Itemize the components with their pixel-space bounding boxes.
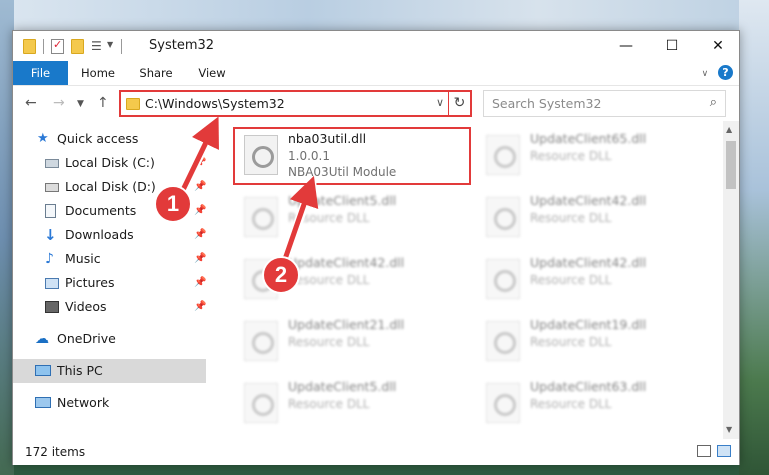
- chevron-down-icon[interactable]: ▼: [107, 40, 113, 49]
- music-icon: ♪: [45, 251, 54, 267]
- sidebar-item-music[interactable]: ♪ Music 📌: [13, 247, 206, 271]
- file-item[interactable]: UpdateClient42.dll Resource DLL: [480, 191, 710, 243]
- document-icon: [45, 204, 56, 218]
- desktop-background-top: [0, 0, 769, 30]
- folder-icon: [23, 39, 36, 54]
- maximize-button[interactable]: ☐: [649, 31, 695, 61]
- sidebar-item-this-pc[interactable]: This PC: [13, 359, 206, 383]
- tab-view[interactable]: View: [189, 61, 235, 85]
- expand-ribbon-icon[interactable]: ∨: [702, 69, 709, 79]
- sidebar-item-local-disk-c[interactable]: Local Disk (C:) 📌: [13, 151, 206, 175]
- search-input[interactable]: Search System32 ⌕: [483, 90, 726, 117]
- pin-icon[interactable]: 📌: [194, 151, 206, 175]
- back-arrow-icon[interactable]: ←: [25, 95, 37, 111]
- navigation-bar: ← → ▼ ↑ C:\Windows\System32 ∨ ↻ Search S…: [13, 85, 739, 121]
- pin-icon[interactable]: 📌: [194, 295, 206, 319]
- sidebar-item-network[interactable]: Network: [13, 391, 206, 415]
- help-icon[interactable]: ?: [718, 65, 733, 80]
- dll-file-icon: [486, 259, 520, 299]
- refresh-icon[interactable]: ↻: [448, 92, 470, 115]
- step-1-badge: 1: [154, 185, 192, 223]
- pin-icon[interactable]: 📌: [194, 199, 206, 223]
- videos-icon: [45, 301, 59, 313]
- tiles-view-icon[interactable]: [717, 445, 731, 457]
- dll-file-icon: [244, 197, 278, 237]
- forward-arrow-icon[interactable]: →: [53, 95, 65, 111]
- dll-file-icon: [486, 383, 520, 423]
- customize-toolbar-icon[interactable]: ☰: [91, 39, 104, 54]
- desktop-background-right: [739, 0, 769, 475]
- details-view-icon[interactable]: [697, 445, 711, 457]
- dll-file-icon: [486, 197, 520, 237]
- computer-icon: [35, 365, 51, 376]
- item-count: 172 items: [25, 445, 86, 459]
- drive-icon: [45, 183, 59, 192]
- recent-locations-icon[interactable]: ▼: [77, 99, 84, 109]
- tab-home[interactable]: Home: [75, 61, 121, 85]
- ribbon-tabs: File Home Share View ∨ ?: [13, 61, 739, 85]
- sidebar-item-pictures[interactable]: Pictures 📌: [13, 271, 206, 295]
- navigation-pane: ★ Quick access Local Disk (C:) 📌 Local D…: [13, 121, 206, 439]
- file-item[interactable]: UpdateClient5.dll Resource DLL: [238, 191, 468, 243]
- window-title: System32: [149, 38, 215, 53]
- network-icon: [35, 397, 51, 408]
- new-folder-icon[interactable]: [71, 39, 84, 54]
- vertical-scrollbar[interactable]: ▲ ▼: [723, 121, 739, 439]
- address-bar[interactable]: C:\Windows\System32 ∨ ↻: [119, 90, 472, 117]
- properties-icon[interactable]: ✓: [51, 38, 64, 54]
- title-bar: ✓ ☰ ▼ System32 — ☐ ✕: [13, 31, 739, 61]
- tab-share[interactable]: Share: [133, 61, 179, 85]
- minimize-button[interactable]: —: [603, 31, 649, 61]
- dll-file-icon: [486, 135, 520, 175]
- scroll-up-icon[interactable]: ▲: [726, 125, 732, 134]
- drive-icon: [45, 159, 59, 168]
- file-item[interactable]: UpdateClient5.dll Resource DLL: [238, 377, 468, 429]
- file-explorer-window: ✓ ☰ ▼ System32 — ☐ ✕ File Home Share Vie…: [12, 30, 740, 465]
- scroll-down-icon[interactable]: ▼: [726, 425, 732, 434]
- sidebar-item-downloads[interactable]: ↓ Downloads 📌: [13, 223, 206, 247]
- dll-file-icon: [244, 321, 278, 361]
- dll-file-icon: [486, 321, 520, 361]
- file-item[interactable]: UpdateClient42.dll Resource DLL: [480, 253, 710, 305]
- search-icon: ⌕: [709, 95, 717, 110]
- file-item[interactable]: UpdateClient65.dll Resource DLL: [480, 129, 710, 181]
- sidebar-item-videos[interactable]: Videos 📌: [13, 295, 206, 319]
- pictures-icon: [45, 278, 59, 289]
- up-arrow-icon[interactable]: ↑: [97, 95, 109, 111]
- dll-file-icon: [244, 383, 278, 423]
- star-icon: ★: [37, 131, 49, 146]
- scrollbar-thumb[interactable]: [726, 141, 736, 189]
- pin-icon[interactable]: 📌: [194, 247, 206, 271]
- pin-icon[interactable]: 📌: [194, 223, 206, 247]
- address-path: C:\Windows\System32: [145, 96, 285, 111]
- close-button[interactable]: ✕: [695, 31, 741, 61]
- chevron-down-icon[interactable]: ∨: [436, 96, 444, 109]
- pin-icon[interactable]: 📌: [194, 175, 206, 199]
- cloud-icon: ☁: [35, 331, 49, 347]
- file-item[interactable]: UpdateClient19.dll Resource DLL: [480, 315, 710, 367]
- step-2-badge: 2: [262, 256, 300, 294]
- file-item[interactable]: UpdateClient63.dll Resource DLL: [480, 377, 710, 429]
- search-placeholder: Search System32: [492, 96, 602, 111]
- download-icon: ↓: [44, 226, 57, 244]
- file-item[interactable]: UpdateClient21.dll Resource DLL: [238, 315, 468, 367]
- tab-file[interactable]: File: [13, 61, 68, 85]
- file-highlight-box: [233, 127, 471, 185]
- folder-icon: [126, 98, 140, 110]
- status-bar: 172 items: [13, 439, 739, 465]
- sidebar-item-quick-access[interactable]: ★ Quick access: [13, 127, 206, 151]
- sidebar-item-onedrive[interactable]: ☁ OneDrive: [13, 327, 206, 351]
- pin-icon[interactable]: 📌: [194, 271, 206, 295]
